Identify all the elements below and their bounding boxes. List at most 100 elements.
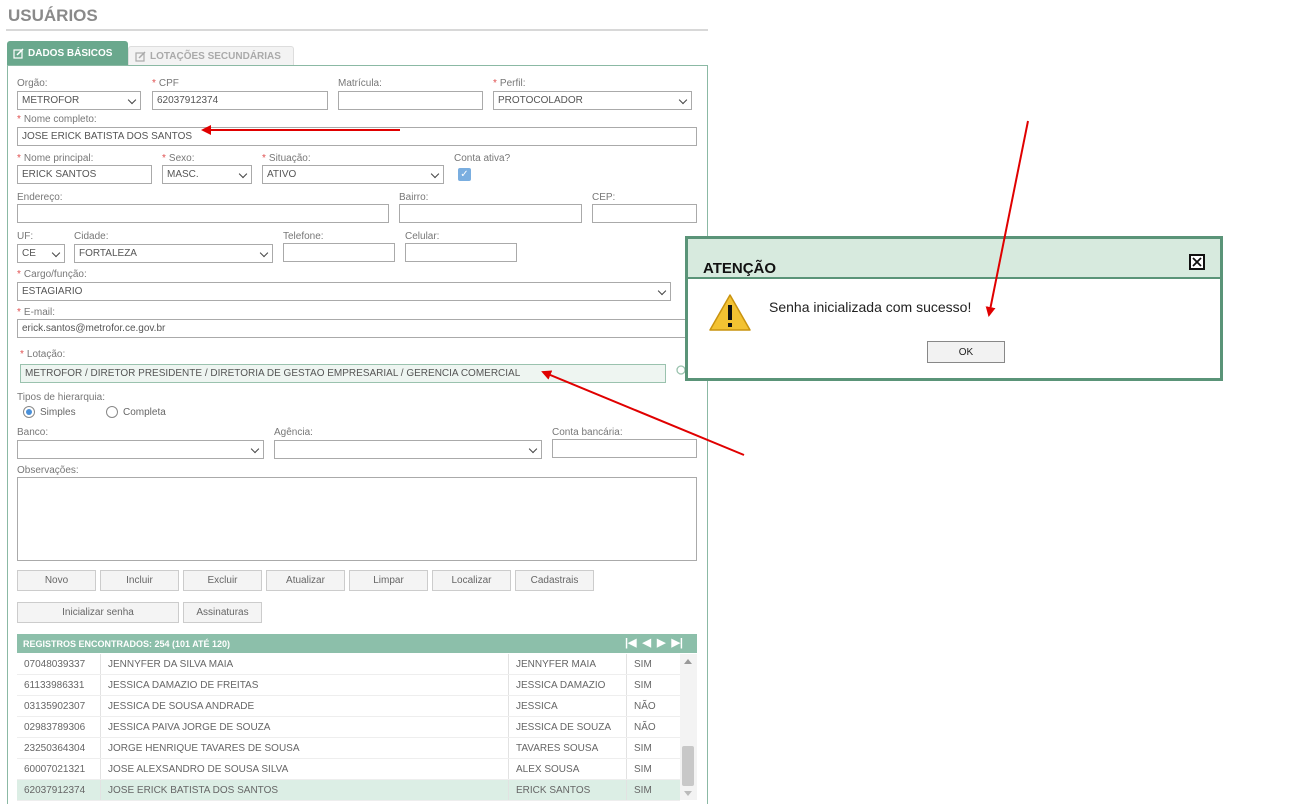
dialog-header: ATENÇÃO xyxy=(688,239,1220,279)
atualizar-button[interactable]: Atualizar xyxy=(266,570,345,591)
ativo-cell: SIM xyxy=(626,759,680,779)
cep-field[interactable] xyxy=(592,204,697,223)
nome-principal-field[interactable]: ERICK SANTOS xyxy=(17,165,152,184)
grid-header: REGISTROS ENCONTRADOS: 254 (101 ATÉ 120)… xyxy=(17,634,697,653)
tab-label: DADOS BÁSICOS xyxy=(28,47,113,59)
uf-select[interactable]: CE xyxy=(17,244,65,263)
cpf-cell: 62037912374 xyxy=(24,784,86,796)
scroll-down-icon[interactable] xyxy=(684,791,692,796)
warning-icon xyxy=(709,294,751,331)
table-row[interactable]: 60007021321 JOSE ALEXSANDRO DE SOUSA SILV… xyxy=(17,759,680,780)
uf-label: UF: xyxy=(17,231,34,242)
agencia-label: Agência: xyxy=(274,427,313,438)
situacao-select[interactable]: ATIVO xyxy=(262,165,444,184)
edit-icon xyxy=(13,47,24,59)
title-divider xyxy=(6,29,708,31)
scroll-up-icon[interactable] xyxy=(684,659,692,664)
table-row[interactable]: 02983789306 JESSICA PAIVA JORGE DE SOUZA J… xyxy=(17,717,680,738)
table-row[interactable]: 03135902307 JESSICA DE SOUSA ANDRADE JESSI… xyxy=(17,696,680,717)
cpf-cell: 07048039337 xyxy=(24,658,86,670)
matricula-label: Matrícula: xyxy=(338,78,382,89)
ok-button[interactable]: OK xyxy=(927,341,1005,363)
cpf-field[interactable]: 62037912374 xyxy=(152,91,328,110)
observacoes-textarea[interactable] xyxy=(17,477,697,561)
tab-dados-basicos[interactable]: DADOS BÁSICOS xyxy=(7,41,128,65)
lotacao-field[interactable]: METROFOR / DIRETOR PRESIDENTE / DIRETORI… xyxy=(20,364,666,383)
telefone-label: Telefone: xyxy=(283,231,324,242)
close-icon[interactable] xyxy=(1189,254,1205,270)
cpf-cell: 61133986331 xyxy=(24,679,85,691)
conta-bancaria-label: Conta bancária: xyxy=(552,427,623,438)
inicializar-senha-button[interactable]: Inicializar senha xyxy=(17,602,179,623)
nome-cell: JENNYFER DA SILVA MAIA xyxy=(100,654,508,674)
incluir-button[interactable]: Incluir xyxy=(100,570,179,591)
nome-principal-label: * Nome principal: xyxy=(17,153,94,164)
endereco-label: Endereço: xyxy=(17,192,63,203)
celular-field[interactable] xyxy=(405,243,517,262)
table-row[interactable]: 07048039337 JENNYFER DA SILVA MAIA JENNYFE… xyxy=(17,654,680,675)
telefone-field[interactable] xyxy=(283,243,395,262)
nome-cell: JOSE ALEXSANDRO DE SOUSA SILVA xyxy=(100,759,508,779)
bairro-label: Bairro: xyxy=(399,192,429,203)
nome-completo-label: * Nome completo: xyxy=(17,114,97,125)
perfil-select[interactable]: PROTOCOLADOR xyxy=(493,91,692,110)
nome-principal-cell: JENNYFER MAIA xyxy=(508,654,626,674)
nome-cell: JOSE ERICK BATISTA DOS SANTOS xyxy=(100,780,508,800)
bairro-field[interactable] xyxy=(399,204,582,223)
hierarquia-label: Tipos de hierarquia: xyxy=(17,392,106,403)
nome-principal-cell: TAVARES SOUSA xyxy=(508,738,626,758)
nome-completo-field[interactable]: JOSE ERICK BATISTA DOS SANTOS xyxy=(17,127,697,146)
conta-bancaria-field[interactable] xyxy=(552,439,697,458)
scroll-thumb[interactable] xyxy=(682,746,694,786)
table-row[interactable]: 61133986331 JESSICA DAMAZIO DE FREITAS JES… xyxy=(17,675,680,696)
excluir-button[interactable]: Excluir xyxy=(183,570,262,591)
email-field[interactable]: erick.santos@metrofor.ce.gov.br xyxy=(17,319,687,338)
tab-lotacoes-secundarias[interactable]: LOTAÇÕES SECUNDÁRIAS xyxy=(128,46,294,65)
prev-page-icon[interactable]: ◀ xyxy=(643,637,651,650)
perfil-label: * Perfil: xyxy=(493,78,526,89)
matricula-field[interactable] xyxy=(338,91,483,110)
tab-label: LOTAÇÕES SECUNDÁRIAS xyxy=(150,50,281,62)
agencia-select[interactable] xyxy=(274,440,542,459)
endereco-field[interactable] xyxy=(17,204,389,223)
cep-label: CEP: xyxy=(592,192,616,203)
search-icon[interactable] xyxy=(675,364,685,376)
celular-label: Celular: xyxy=(405,231,440,242)
limpar-button[interactable]: Limpar xyxy=(349,570,428,591)
first-page-icon[interactable]: |◀ xyxy=(625,637,637,650)
page-title: USUÁRIOS xyxy=(8,6,98,25)
table-row[interactable]: 62037912374 JOSE ERICK BATISTA DOS SANTOS… xyxy=(17,780,680,801)
hierarquia-completa-radio[interactable] xyxy=(106,406,118,418)
ativo-cell: SIM xyxy=(626,738,680,758)
sexo-select[interactable]: MASC. xyxy=(162,165,252,184)
hierarquia-simples-label: Simples xyxy=(40,407,76,418)
nome-cell: JESSICA DE SOUSA ANDRADE xyxy=(100,696,508,716)
banco-label: Banco: xyxy=(17,427,49,438)
next-page-icon[interactable]: ▶ xyxy=(657,637,665,650)
cadastrais-button[interactable]: Cadastrais xyxy=(515,570,594,591)
grid-scrollbar[interactable] xyxy=(680,654,697,800)
cpf-cell: 23250364304 xyxy=(24,742,86,754)
cidade-select[interactable]: FORTALEZA xyxy=(74,244,273,263)
alert-dialog: ATENÇÃO Senha inicializada com sucesso! … xyxy=(685,236,1223,381)
orgao-select[interactable]: METROFOR xyxy=(17,91,141,110)
novo-button[interactable]: Novo xyxy=(17,570,96,591)
localizar-button[interactable]: Localizar xyxy=(432,570,511,591)
hierarquia-simples-radio[interactable] xyxy=(23,406,35,418)
ativo-cell: NÃO xyxy=(626,717,680,737)
hierarquia-completa-label: Completa xyxy=(123,407,166,418)
nome-principal-cell: JESSICA DE SOUZA xyxy=(508,717,626,737)
conta-ativa-checkbox[interactable]: ✓ xyxy=(458,168,471,181)
nome-principal-cell: ERICK SANTOS xyxy=(508,780,626,800)
cargo-select[interactable]: ESTAGIARIO xyxy=(17,282,671,301)
cpf-cell: 60007021321 xyxy=(24,763,86,775)
cargo-label: * Cargo/função: xyxy=(17,269,87,280)
pager: |◀ ◀ ▶ ▶| xyxy=(625,637,683,650)
dialog-message: Senha inicializada com sucesso! xyxy=(769,299,972,315)
lotacao-label: * Lotação: xyxy=(20,349,66,360)
cidade-label: Cidade: xyxy=(74,231,109,242)
last-page-icon[interactable]: ▶| xyxy=(671,637,683,650)
table-row[interactable]: 23250364304 JORGE HENRIQUE TAVARES DE SOU… xyxy=(17,738,680,759)
assinaturas-button[interactable]: Assinaturas xyxy=(183,602,262,623)
banco-select[interactable] xyxy=(17,440,264,459)
